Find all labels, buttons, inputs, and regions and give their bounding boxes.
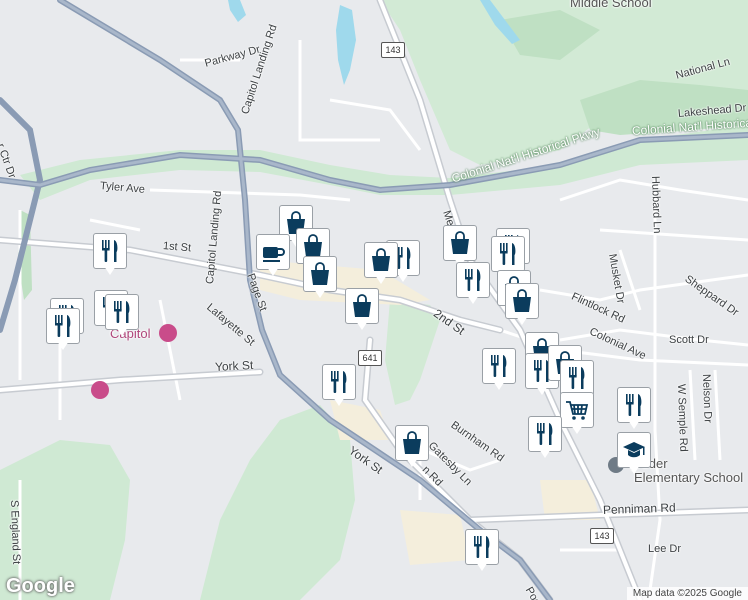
street-label-s-england-st: S England St <box>8 499 23 565</box>
restaurant-icon <box>46 308 80 344</box>
shopping-icon <box>395 425 429 461</box>
pin-tail <box>476 562 488 571</box>
pin-tail <box>356 321 368 330</box>
route-shield-143-north: 143 <box>381 42 405 58</box>
pin-tail <box>104 266 116 275</box>
route-shield-641: 641 <box>358 350 382 366</box>
street-label-1st-st: 1st St <box>162 240 192 255</box>
marker-restaurant-9[interactable] <box>456 262 490 306</box>
restaurant-icon <box>93 233 127 269</box>
marker-school-1[interactable] <box>617 432 651 476</box>
pin-tail <box>539 449 551 458</box>
restaurant-icon <box>528 416 562 452</box>
marker-shopping-8[interactable] <box>505 283 539 327</box>
poi-label-middle-school[interactable]: Middle School <box>570 0 652 10</box>
map-attribution: Map data ©2025 Google <box>626 587 748 600</box>
marker-cafe-1[interactable] <box>256 234 290 278</box>
street-label-hubbard-ln: Hubbard Ln <box>649 175 664 234</box>
restaurant-icon <box>322 364 356 400</box>
street-label-nelson-dr: Nelson Dr <box>700 373 714 424</box>
google-logo: Google <box>6 575 75 597</box>
restaurant-icon <box>105 294 139 330</box>
marker-restaurant-10[interactable] <box>482 348 516 392</box>
route-shield-143-south: 143 <box>590 528 614 544</box>
pin-tail <box>628 465 640 474</box>
shopping-icon <box>303 256 337 292</box>
street-label-lee-dr: Lee Dr <box>648 543 682 555</box>
marker-shopping-11[interactable] <box>395 425 429 469</box>
map-canvas[interactable]: Parkway Dr Capitol Landing Rd Capitol La… <box>0 0 748 600</box>
street-label-york-st-west: York St <box>214 358 254 374</box>
pin-tail <box>375 275 387 284</box>
cafe-icon <box>256 234 290 270</box>
street-label-w-semple-rd: W Semple Rd <box>675 383 690 453</box>
marker-shopping-4[interactable] <box>364 242 398 286</box>
pin-tail <box>116 327 128 336</box>
pin-tail <box>493 381 505 390</box>
restaurant-icon <box>456 262 490 298</box>
restaurant-icon <box>491 236 525 272</box>
marker-restaurant-4[interactable] <box>46 308 80 352</box>
marker-restaurant-14[interactable] <box>528 416 562 460</box>
pin-tail <box>267 267 279 276</box>
restaurant-icon <box>465 529 499 565</box>
pin-tail <box>57 341 69 350</box>
marker-restaurant-15[interactable] <box>322 364 356 408</box>
shopping-icon <box>505 283 539 319</box>
pin-tail <box>628 420 640 429</box>
grocery-icon <box>560 392 594 428</box>
marker-restaurant-13[interactable] <box>617 387 651 431</box>
school-icon <box>617 432 651 468</box>
restaurant-icon <box>482 348 516 384</box>
restaurant-icon <box>617 387 651 423</box>
street-label-scott-dr: Scott Dr <box>669 334 709 346</box>
pin-tail <box>467 295 479 304</box>
marker-grocery-1[interactable] <box>560 392 594 436</box>
shopping-icon <box>345 288 379 324</box>
pin-tail <box>516 316 528 325</box>
pin-tail <box>406 458 418 467</box>
marker-shopping-3[interactable] <box>303 256 337 300</box>
pin-tail <box>314 289 326 298</box>
restaurant-icon <box>560 360 594 396</box>
shopping-icon <box>364 242 398 278</box>
pin-tail <box>536 386 548 395</box>
marker-restaurant-16[interactable] <box>465 529 499 573</box>
marker-restaurant-6[interactable] <box>105 294 139 338</box>
marker-shopping-5[interactable] <box>345 288 379 332</box>
street-label-penniman-rd: Penniman Rd <box>602 500 676 517</box>
pin-tail <box>571 425 583 434</box>
pin-tail <box>333 397 345 406</box>
marker-restaurant-1[interactable] <box>93 233 127 277</box>
shopping-icon <box>443 225 477 261</box>
pin-tail <box>397 273 409 282</box>
